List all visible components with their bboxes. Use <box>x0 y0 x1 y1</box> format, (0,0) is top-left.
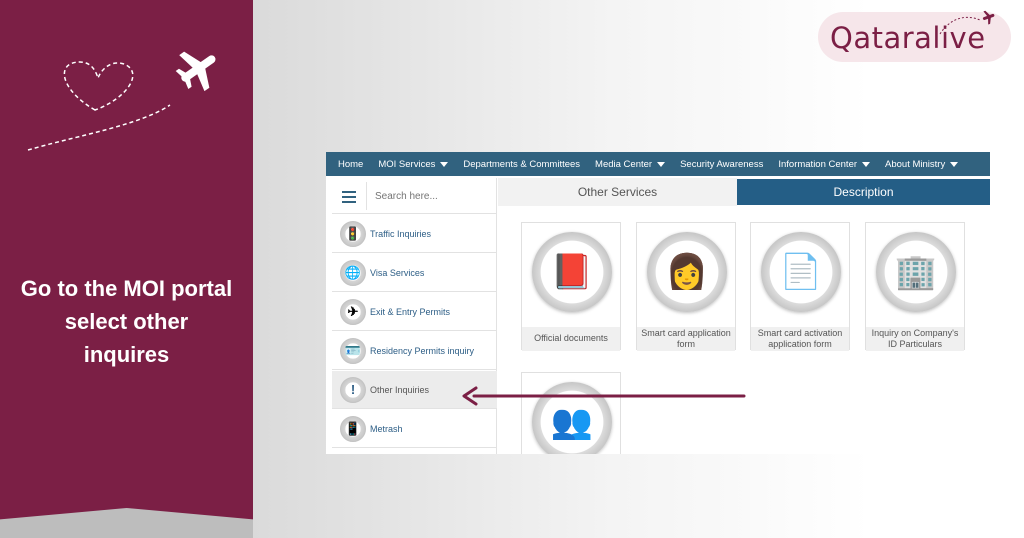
tab-description[interactable]: Description <box>737 179 990 205</box>
caret-down-icon <box>862 161 871 167</box>
service-tabs: Other Services Description <box>498 178 990 206</box>
search-input[interactable] <box>366 182 494 210</box>
passport-icon: 📕 <box>532 232 612 312</box>
banner-caption: Go to the MOI portal select other inquir… <box>20 276 233 367</box>
sidebar-item-residency-permits[interactable]: 🪪 Residency Permits inquiry <box>332 332 497 370</box>
nav-departments[interactable]: Departments & Committees <box>463 159 580 170</box>
card-label: Inquiry on Company's ID Particulars <box>866 327 964 351</box>
caret-down-icon <box>950 161 959 167</box>
nav-media-center[interactable]: Media Center <box>595 158 666 170</box>
sidebar-item-metrash[interactable]: 📱 Metrash <box>332 410 497 448</box>
nav-information-center[interactable]: Information Center <box>778 158 871 170</box>
caret-down-icon <box>657 161 666 167</box>
pointer-arrow-icon <box>462 386 746 406</box>
sidebar-item-label: Traffic Inquiries <box>370 228 432 239</box>
left-banner: Go to the MOI portal select other inquir… <box>0 0 253 538</box>
sidebar-item-label: Exit & Entry Permits <box>370 306 451 317</box>
services-sidebar: 🚦 Traffic Inquiries 🌐 Visa Services ✈ Ex… <box>332 178 497 454</box>
nav-departments-label: Departments & Committees <box>463 158 581 170</box>
logo-airplane-icon <box>939 10 995 35</box>
hamburger-menu-icon[interactable] <box>342 191 356 203</box>
globe-icon: 🌐 <box>340 259 366 286</box>
nav-home-label: Home <box>338 158 364 170</box>
card-label: Smart card activation application form <box>751 327 849 351</box>
person-card-icon: 👩 <box>647 232 727 312</box>
nav-moi-services-label: MOI Services <box>378 158 436 170</box>
sidebar-item-traffic-inquiries[interactable]: 🚦 Traffic Inquiries <box>332 215 497 253</box>
nav-security-awareness-label: Security Awareness <box>680 158 764 170</box>
sidebar-item-visa-services[interactable]: 🌐 Visa Services <box>332 254 497 292</box>
card-icon: 🪪 <box>340 337 366 364</box>
airplane-icon: ✈ <box>340 298 366 325</box>
card-smart-card-application[interactable]: 👩 Smart card application form <box>636 222 736 351</box>
card-smart-card-activation[interactable]: 📄 Smart card activation application form <box>750 222 850 351</box>
sidebar-item-label: Other Inquiries <box>370 384 430 395</box>
sidebar-item-exit-entry-permits[interactable]: ✈ Exit & Entry Permits <box>332 293 497 331</box>
caret-down-icon <box>440 161 449 167</box>
nav-media-center-label: Media Center <box>595 158 653 170</box>
traffic-light-icon: 🚦 <box>340 220 366 247</box>
document-icon: 📄 <box>761 232 841 312</box>
exclamation-icon: ! <box>340 376 366 403</box>
heart-airplane-icon <box>27 51 216 151</box>
nav-about-ministry[interactable]: About Ministry <box>885 158 959 170</box>
moi-portal-screenshot: Home MOI Services Departments & Committe… <box>326 152 990 454</box>
phone-icon: 📱 <box>340 415 366 442</box>
nav-home[interactable]: Home <box>338 159 363 170</box>
sidebar-item-label: Residency Permits inquiry <box>370 345 475 356</box>
nav-information-center-label: Information Center <box>778 158 858 170</box>
top-navigation: Home MOI Services Departments & Committe… <box>326 152 990 176</box>
card-official-documents[interactable]: 📕 Official documents <box>521 222 621 351</box>
tab-other-services[interactable]: Other Services <box>498 178 737 206</box>
nav-security-awareness[interactable]: Security Awareness <box>680 159 763 170</box>
card-company-id-inquiry[interactable]: 🏢 Inquiry on Company's ID Particulars <box>865 222 965 351</box>
building-icon: 🏢 <box>876 232 956 312</box>
nav-about-ministry-label: About Ministry <box>885 158 946 170</box>
card-user-exchange[interactable]: 👥 <box>521 372 621 454</box>
nav-moi-services[interactable]: MOI Services <box>378 158 449 170</box>
sidebar-item-label: Visa Services <box>370 267 425 278</box>
card-label: Official documents <box>522 327 620 351</box>
qataralive-logo: Qataralive <box>818 10 1011 62</box>
card-label: Smart card application form <box>637 327 735 351</box>
sidebar-item-label: Metrash <box>370 423 403 434</box>
search-row <box>332 178 497 214</box>
